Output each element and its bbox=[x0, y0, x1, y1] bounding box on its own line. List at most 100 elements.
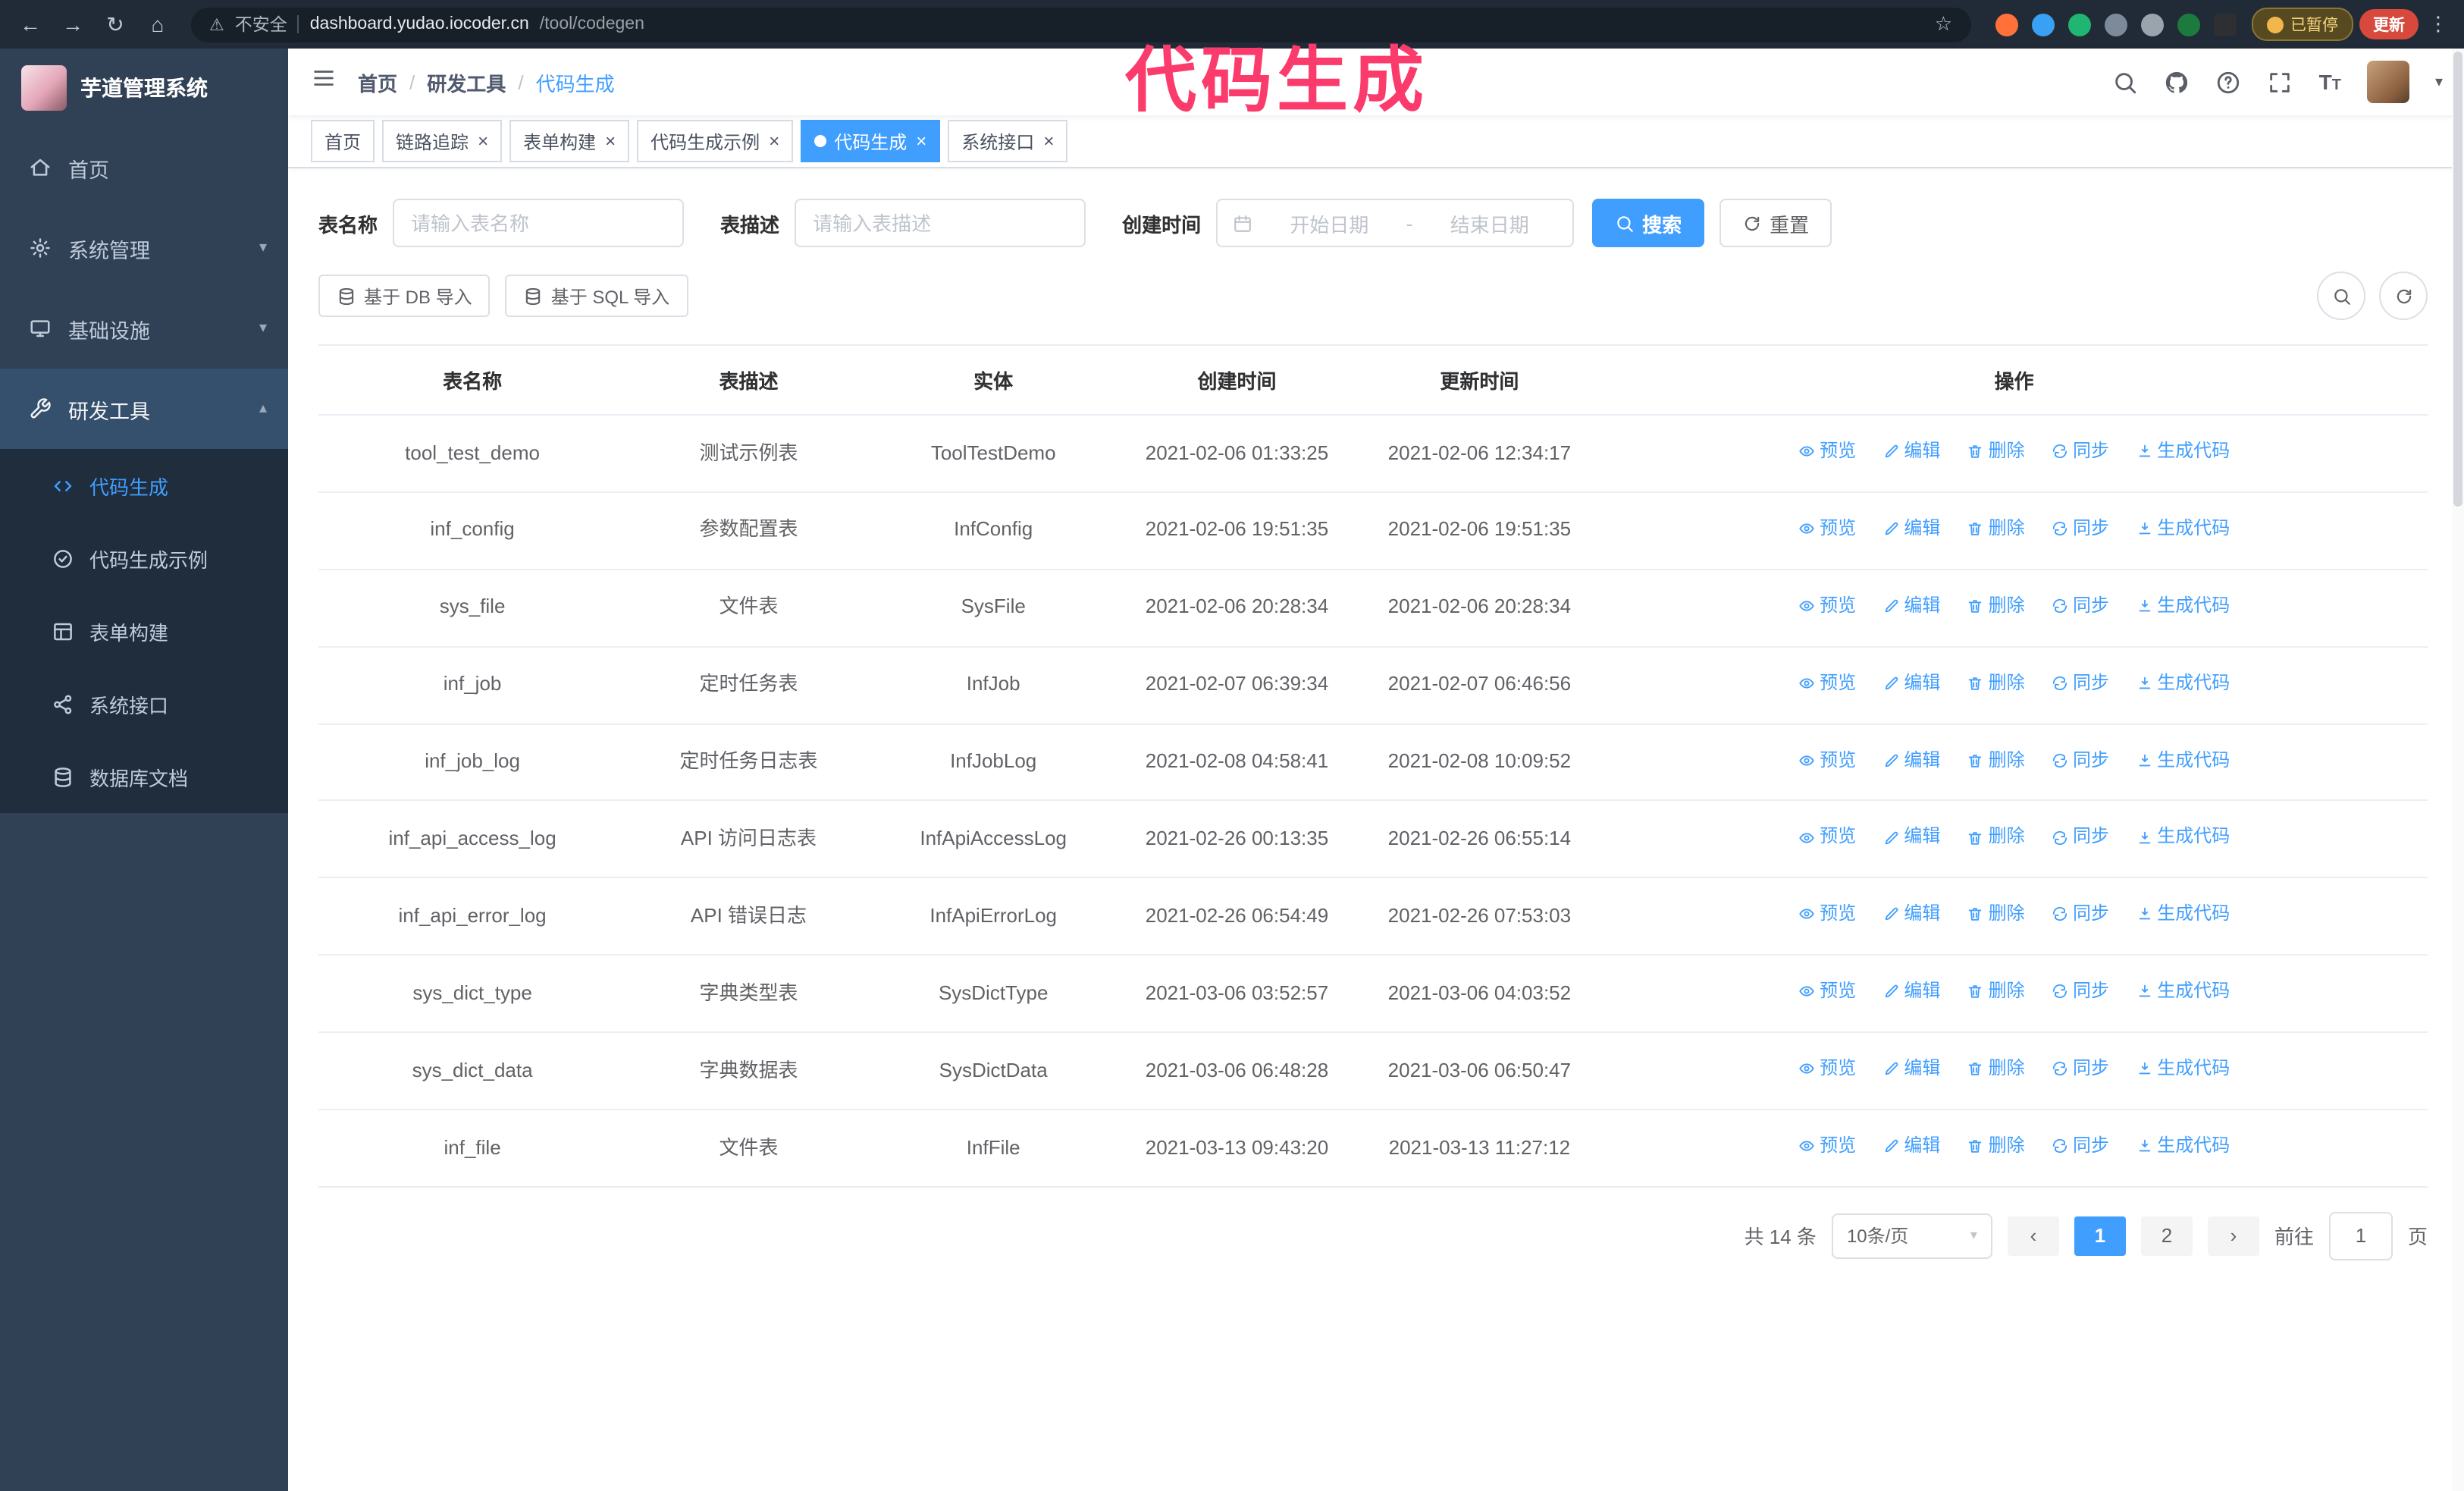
delete-link[interactable]: 删除 bbox=[1967, 592, 2025, 620]
edit-link[interactable]: 编辑 bbox=[1882, 1132, 1940, 1160]
import-sql-button[interactable]: 基于 SQL 导入 bbox=[505, 275, 688, 317]
preview-link[interactable]: 预览 bbox=[1798, 437, 1856, 466]
table-desc-input[interactable] bbox=[795, 199, 1086, 247]
close-icon[interactable]: × bbox=[916, 132, 926, 150]
tab-tracer[interactable]: 链路追踪 × bbox=[382, 120, 503, 162]
sync-link[interactable]: 同步 bbox=[2052, 592, 2109, 620]
import-db-button[interactable]: 基于 DB 导入 bbox=[318, 275, 491, 317]
edit-link[interactable]: 编辑 bbox=[1882, 514, 1940, 543]
forward-icon[interactable]: → bbox=[55, 6, 91, 42]
next-page-button[interactable]: › bbox=[2207, 1216, 2259, 1256]
sync-link[interactable]: 同步 bbox=[2052, 514, 2109, 543]
sidebar-item-home[interactable]: 首页 bbox=[0, 127, 288, 208]
search-button[interactable]: 搜索 bbox=[1592, 199, 1705, 247]
font-size-icon[interactable]: TT bbox=[2319, 71, 2341, 93]
edit-link[interactable]: 编辑 bbox=[1882, 823, 1940, 852]
refresh-button[interactable] bbox=[2379, 272, 2428, 320]
fullscreen-icon[interactable] bbox=[2268, 69, 2293, 95]
tab-home[interactable]: 首页 bbox=[311, 120, 375, 162]
sync-link[interactable]: 同步 bbox=[2052, 1054, 2109, 1083]
edit-link[interactable]: 编辑 bbox=[1882, 1054, 1940, 1083]
edit-link[interactable]: 编辑 bbox=[1882, 592, 1940, 620]
sync-link[interactable]: 同步 bbox=[2052, 900, 2109, 929]
help-icon[interactable] bbox=[2216, 69, 2242, 95]
browser-menu-icon[interactable]: ⋮ bbox=[2425, 12, 2452, 36]
tab-system-api[interactable]: 系统接口 × bbox=[948, 120, 1068, 162]
prev-page-button[interactable]: ‹ bbox=[2007, 1216, 2059, 1256]
delete-link[interactable]: 删除 bbox=[1967, 437, 2025, 466]
generate-code-link[interactable]: 生成代码 bbox=[2136, 1132, 2230, 1160]
delete-link[interactable]: 删除 bbox=[1967, 746, 2025, 774]
extension-icon[interactable] bbox=[2177, 13, 2199, 36]
close-icon[interactable]: × bbox=[1043, 132, 1054, 150]
delete-link[interactable]: 删除 bbox=[1967, 1132, 2025, 1160]
sidebar-item-system[interactable]: 系统管理 ▾ bbox=[0, 208, 288, 288]
generate-code-link[interactable]: 生成代码 bbox=[2136, 437, 2230, 466]
reload-icon[interactable]: ↻ bbox=[97, 6, 133, 42]
scrollbar-thumb[interactable] bbox=[2453, 52, 2462, 507]
edit-link[interactable]: 编辑 bbox=[1882, 668, 1940, 697]
goto-page-input[interactable] bbox=[2328, 1211, 2393, 1260]
github-icon[interactable] bbox=[2165, 69, 2190, 95]
chevron-down-icon[interactable]: ▾ bbox=[2435, 74, 2443, 90]
sync-link[interactable]: 同步 bbox=[2052, 977, 2109, 1006]
sync-link[interactable]: 同步 bbox=[2052, 668, 2109, 697]
page-size-select[interactable]: 10条/页 ▾ bbox=[1831, 1213, 1992, 1259]
generate-code-link[interactable]: 生成代码 bbox=[2136, 746, 2230, 774]
avatar[interactable] bbox=[2366, 61, 2409, 103]
extension-icon[interactable] bbox=[1995, 13, 2017, 36]
sidebar-item-codegen-example[interactable]: 代码生成示例 bbox=[0, 522, 288, 595]
sync-link[interactable]: 同步 bbox=[2052, 1132, 2109, 1160]
preview-link[interactable]: 预览 bbox=[1798, 1054, 1856, 1083]
page-button-1[interactable]: 1 bbox=[2074, 1216, 2126, 1256]
sync-link[interactable]: 同步 bbox=[2052, 746, 2109, 774]
preview-link[interactable]: 预览 bbox=[1798, 668, 1856, 697]
extension-icon[interactable] bbox=[2031, 13, 2054, 36]
close-icon[interactable]: × bbox=[605, 132, 616, 150]
delete-link[interactable]: 删除 bbox=[1967, 900, 2025, 929]
sidebar-item-infra[interactable]: 基础设施 ▾ bbox=[0, 288, 288, 369]
close-icon[interactable]: × bbox=[769, 132, 779, 150]
tab-codegen-example[interactable]: 代码生成示例 × bbox=[637, 120, 794, 162]
sync-link[interactable]: 同步 bbox=[2052, 823, 2109, 852]
scrollbar[interactable] bbox=[2452, 49, 2464, 1491]
edit-link[interactable]: 编辑 bbox=[1882, 977, 1940, 1006]
close-icon[interactable]: × bbox=[478, 132, 488, 150]
breadcrumb-devtools[interactable]: 研发工具 bbox=[427, 67, 506, 96]
home-icon[interactable]: ⌂ bbox=[140, 6, 176, 42]
edit-link[interactable]: 编辑 bbox=[1882, 900, 1940, 929]
generate-code-link[interactable]: 生成代码 bbox=[2136, 823, 2230, 852]
extension-icon[interactable] bbox=[2104, 13, 2127, 36]
delete-link[interactable]: 删除 bbox=[1967, 514, 2025, 543]
generate-code-link[interactable]: 生成代码 bbox=[2136, 1054, 2230, 1083]
generate-code-link[interactable]: 生成代码 bbox=[2136, 592, 2230, 620]
tab-codegen[interactable]: 代码生成 × bbox=[801, 120, 941, 162]
generate-code-link[interactable]: 生成代码 bbox=[2136, 977, 2230, 1006]
preview-link[interactable]: 预览 bbox=[1798, 746, 1856, 774]
preview-link[interactable]: 预览 bbox=[1798, 514, 1856, 543]
delete-link[interactable]: 删除 bbox=[1967, 668, 2025, 697]
security-label[interactable]: 不安全 bbox=[235, 12, 287, 36]
address-bar[interactable]: ⚠ 不安全 dashboard.yudao.iocoder.cn /tool/c… bbox=[191, 7, 1970, 42]
page-button-2[interactable]: 2 bbox=[2140, 1216, 2193, 1256]
preview-link[interactable]: 预览 bbox=[1798, 977, 1856, 1006]
sidebar-item-db-docs[interactable]: 数据库文档 bbox=[0, 740, 288, 813]
toggle-search-button[interactable] bbox=[2317, 272, 2365, 320]
paused-badge[interactable]: 已暂停 bbox=[2251, 8, 2353, 41]
tab-form-builder[interactable]: 表单构建 × bbox=[509, 120, 630, 162]
preview-link[interactable]: 预览 bbox=[1798, 592, 1856, 620]
generate-code-link[interactable]: 生成代码 bbox=[2136, 900, 2230, 929]
generate-code-link[interactable]: 生成代码 bbox=[2136, 514, 2230, 543]
preview-link[interactable]: 预览 bbox=[1798, 1132, 1856, 1160]
back-icon[interactable]: ← bbox=[12, 6, 49, 42]
date-range-picker[interactable]: 开始日期 - 结束日期 bbox=[1216, 199, 1575, 247]
generate-code-link[interactable]: 生成代码 bbox=[2136, 668, 2230, 697]
search-icon[interactable] bbox=[2113, 69, 2139, 95]
delete-link[interactable]: 删除 bbox=[1967, 977, 2025, 1006]
extension-icon[interactable] bbox=[2067, 13, 2090, 36]
delete-link[interactable]: 删除 bbox=[1967, 1054, 2025, 1083]
delete-link[interactable]: 删除 bbox=[1967, 823, 2025, 852]
sidebar-item-form-builder[interactable]: 表单构建 bbox=[0, 595, 288, 667]
preview-link[interactable]: 预览 bbox=[1798, 823, 1856, 852]
extension-icon[interactable] bbox=[2213, 13, 2236, 36]
